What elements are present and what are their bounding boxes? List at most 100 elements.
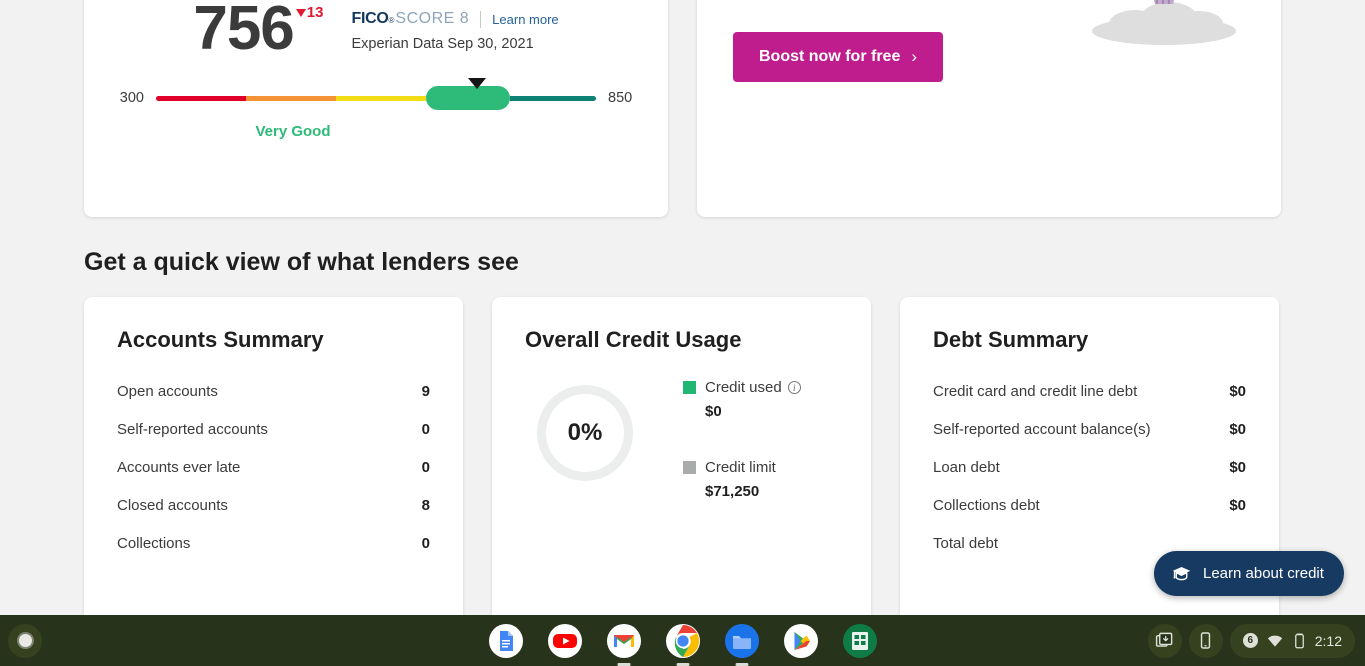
shelf-app-google-docs[interactable] <box>488 623 523 658</box>
triangle-down-icon <box>295 8 306 17</box>
info-icon[interactable]: i <box>787 381 801 394</box>
row-value: 0 <box>421 535 430 552</box>
top-card-row: 756 13 FICO ® SCORE 8 Learn more Experia… <box>84 0 1281 217</box>
row-label: Credit card and credit line debt <box>933 383 1138 400</box>
credit-usage-card: Overall Credit Usage 0% Credit used i $0 <box>492 297 871 615</box>
legend-item-credit-limit: Credit limit <box>683 459 801 476</box>
credit-used-value: $0 <box>705 403 722 420</box>
gauge-pointer-icon <box>468 78 486 89</box>
row-value: 8 <box>421 497 430 514</box>
legend-label: Credit used <box>705 379 782 396</box>
google-docs-icon <box>488 623 523 658</box>
legend-label: Credit limit <box>705 459 776 476</box>
fico-score-logo: FICO ® SCORE 8 <box>351 10 469 28</box>
accounts-summary-title: Accounts Summary <box>117 327 324 352</box>
credit-usage-chart-area: 0% Credit used i $0 Credit limit $71,250 <box>525 375 838 500</box>
credit-usage-donut-chart: 0% <box>537 385 633 481</box>
score-rating-label: Very Good <box>255 123 331 140</box>
trademark-icon: ® <box>388 16 395 25</box>
credit-score-card: 756 13 FICO ® SCORE 8 Learn more Experia… <box>84 0 668 217</box>
rocket-illustration-icon <box>1092 0 1236 45</box>
wifi-icon <box>1267 635 1282 647</box>
row-label: Accounts ever late <box>117 459 241 476</box>
chrome-icon <box>665 623 700 658</box>
legend-swatch-icon <box>683 381 696 394</box>
shelf-app-gmail[interactable] <box>606 623 641 666</box>
row-value: $0 <box>1229 459 1246 476</box>
section-heading: Get a quick view of what lenders see <box>84 248 519 276</box>
shelf-clock: 2:12 <box>1314 632 1342 649</box>
learn-about-credit-fab[interactable]: Learn about credit <box>1154 551 1344 596</box>
table-row: Open accounts 9 <box>117 373 430 411</box>
app-running-indicator <box>617 663 630 666</box>
gauge-segment-fair <box>246 95 336 101</box>
browser-page-content: 756 13 FICO ® SCORE 8 Learn more Experia… <box>0 0 1365 615</box>
gauge-max-label: 850 <box>608 90 633 106</box>
row-value: 0 <box>421 459 430 476</box>
row-label: Self-reported account balance(s) <box>933 421 1151 438</box>
row-value: 0 <box>421 421 430 438</box>
table-row: Closed accounts 8 <box>117 487 430 525</box>
gauge-segment-exceptional <box>510 95 596 101</box>
gauge-min-label: 300 <box>119 90 144 106</box>
table-row: Self-reported account balance(s) $0 <box>933 411 1246 449</box>
score-delta: 13 <box>295 4 324 21</box>
score-delta-value: 13 <box>306 4 324 21</box>
battery-icon <box>1294 633 1304 648</box>
boost-now-button[interactable]: Boost now for free › <box>733 31 944 82</box>
shelf-app-google-sheets[interactable] <box>842 623 877 658</box>
row-value: $0 <box>1229 383 1246 400</box>
google-sheets-icon <box>842 623 877 658</box>
row-label: Closed accounts <box>117 497 228 514</box>
status-area-button[interactable]: 6 2:12 <box>1229 623 1355 658</box>
experian-boost-card: Score Experian Boost gives you credit fo… <box>697 0 1281 217</box>
row-value: $0 <box>1229 421 1246 438</box>
phone-icon <box>1201 632 1211 649</box>
chromeos-shelf: 6 2:12 <box>0 615 1365 666</box>
shelf-app-files[interactable] <box>724 623 759 666</box>
table-row: Loan debt $0 <box>933 449 1246 487</box>
shelf-app-youtube[interactable] <box>547 623 582 658</box>
table-row: Accounts ever late 0 <box>117 449 430 487</box>
files-folder-icon <box>724 623 759 658</box>
score-meta: FICO ® SCORE 8 Learn more Experian Data … <box>351 10 558 52</box>
row-label: Self-reported accounts <box>117 421 268 438</box>
app-running-indicator <box>735 663 748 666</box>
gauge-bar <box>156 78 596 110</box>
fico-wordmark: FICO <box>351 10 389 27</box>
divider <box>480 10 482 28</box>
credit-usage-percent: 0% <box>567 419 603 446</box>
gauge-segment-poor <box>156 95 246 101</box>
row-value: $0 <box>1229 497 1246 514</box>
app-running-indicator <box>676 663 689 666</box>
shelf-app-play-store[interactable] <box>783 623 818 658</box>
row-label: Collections <box>117 535 191 552</box>
legend-swatch-icon <box>683 461 696 474</box>
youtube-icon <box>547 623 582 658</box>
score-value-group: 756 13 <box>193 0 323 60</box>
fico-score-version: SCORE 8 <box>395 10 470 27</box>
score-gauge: 300 850 <box>84 78 668 110</box>
legend-item-credit-used: Credit used i <box>683 379 801 396</box>
table-row: Credit card and credit line debt $0 <box>933 373 1246 411</box>
play-store-icon <box>783 623 818 658</box>
gauge-segment-very-good-active <box>426 86 510 110</box>
experian-data-date: Experian Data Sep 30, 2021 <box>351 36 534 52</box>
row-value: 9 <box>421 383 430 400</box>
gauge-segment-good <box>336 95 426 101</box>
boost-description: Experian Boost gives you credit for the … <box>733 0 1053 4</box>
screen: 756 13 FICO ® SCORE 8 Learn more Experia… <box>0 0 1365 666</box>
phone-hub-button[interactable] <box>1188 623 1223 658</box>
screen-capture-button[interactable] <box>1147 623 1182 658</box>
table-row: Collections 0 <box>117 525 430 563</box>
notification-count-badge: 6 <box>1242 633 1258 648</box>
row-label: Total debt <box>933 535 999 552</box>
score-header: 756 13 FICO ® SCORE 8 Learn more Experia… <box>84 0 668 60</box>
system-tray: 6 2:12 <box>1147 623 1355 658</box>
shelf-app-chrome[interactable] <box>665 623 700 666</box>
debt-summary-title: Debt Summary <box>933 327 1089 352</box>
learn-fab-label: Learn about credit <box>1203 565 1324 582</box>
learn-more-link[interactable]: Learn more <box>492 12 558 27</box>
fico-brand-line: FICO ® SCORE 8 Learn more <box>351 10 559 28</box>
